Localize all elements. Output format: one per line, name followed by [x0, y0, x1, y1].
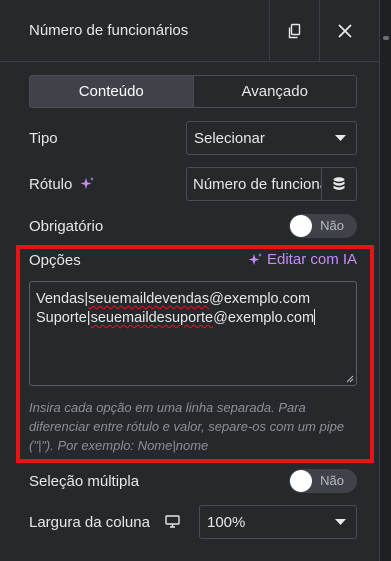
toggle-knob — [290, 470, 312, 492]
opcoes-help-text: Insira cada opção em uma linha separada.… — [29, 400, 345, 453]
resize-handle-icon[interactable] — [346, 375, 354, 383]
tipo-select-value: Selecionar — [194, 129, 265, 147]
tab-avancado[interactable]: Avançado — [192, 76, 356, 107]
option-label-text: Suporte — [36, 310, 87, 326]
selecao-multipla-label: Seleção múltipla — [29, 473, 140, 490]
chevron-down-icon — [335, 135, 346, 141]
edit-with-ai-label: Editar com IA — [267, 251, 358, 268]
tab-conteudo[interactable]: Conteúdo — [30, 76, 193, 107]
opcoes-label: Opções — [29, 252, 81, 269]
chevron-down-icon — [335, 519, 346, 525]
desktop-icon[interactable] — [165, 515, 180, 528]
largura-label: Largura da coluna — [29, 514, 150, 531]
scrollbar[interactable] — [380, 0, 391, 561]
option-label-text: Vendas — [36, 291, 85, 307]
database-icon — [333, 177, 345, 191]
option-value-domain: @exemplo.com — [213, 310, 315, 326]
scrollbar-thumb[interactable] — [383, 36, 389, 40]
close-icon — [337, 24, 352, 38]
toggle-text: Não — [320, 218, 344, 233]
settings-panel: Número de funcionários Conteúdo Avançado… — [0, 0, 380, 561]
option-value-domain: @exemplo.com — [209, 291, 311, 307]
option-line: Vendas|seuemaildevendas@exemplo.com — [36, 290, 350, 309]
largura-select-value: 100% — [207, 513, 246, 531]
obrigatorio-label: Obrigatório — [29, 218, 104, 235]
rotulo-input-value: Número de funcionários — [193, 175, 321, 193]
copy-icon — [288, 23, 300, 39]
selecao-multipla-toggle[interactable]: Não — [289, 469, 357, 493]
rotulo-label: Rótulo — [29, 176, 73, 193]
toggle-text: Não — [320, 473, 344, 488]
ai-sparkle-icon — [248, 252, 262, 265]
text-caret — [314, 309, 316, 325]
tipo-select[interactable]: Selecionar — [186, 121, 357, 155]
close-button[interactable] — [319, 0, 369, 62]
panel-title: Número de funcionários — [29, 22, 189, 39]
option-value-text: seuemaildevendas — [88, 291, 210, 307]
dynamic-tags-button[interactable] — [322, 167, 357, 201]
panel-header: Número de funcionários — [0, 0, 380, 62]
option-line: Suporte|seuemaildesuporte@exemplo.com — [36, 309, 350, 328]
edit-with-ai-link[interactable]: Editar com IA — [247, 251, 357, 268]
opcoes-textarea[interactable]: Vendas|seuemaildevendas@exemplo.com Supo… — [29, 281, 357, 386]
option-value-text: seuemaildesuporte — [90, 310, 214, 326]
tabs: Conteúdo Avançado — [29, 75, 357, 108]
ai-sparkle-icon[interactable] — [79, 176, 95, 192]
largura-select[interactable]: 100% — [199, 505, 357, 539]
copy-button[interactable] — [269, 0, 319, 62]
tipo-label: Tipo — [29, 130, 58, 147]
obrigatorio-toggle[interactable]: Não — [289, 214, 357, 238]
toggle-knob — [290, 215, 312, 237]
rotulo-input[interactable]: Número de funcionários — [186, 167, 322, 201]
